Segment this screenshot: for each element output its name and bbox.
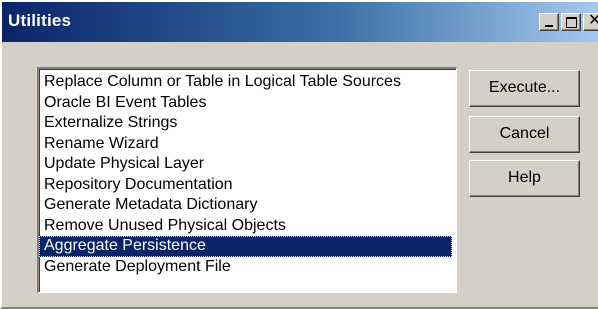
maximize-icon bbox=[566, 17, 577, 28]
list-item[interactable]: Generate Deployment File bbox=[39, 257, 452, 278]
minimize-button[interactable] bbox=[539, 13, 559, 31]
execute-button[interactable]: Execute... bbox=[469, 70, 580, 107]
window-title: Utilities bbox=[8, 11, 72, 30]
list-item-selected[interactable]: Aggregate Persistence bbox=[39, 236, 452, 257]
list-item[interactable]: Remove Unused Physical Objects bbox=[39, 216, 452, 237]
close-icon: ✕ bbox=[588, 12, 598, 29]
help-button[interactable]: Help bbox=[469, 160, 580, 197]
list-item[interactable]: Oracle BI Event Tables bbox=[39, 93, 452, 114]
title-bar[interactable]: Utilities ✕ bbox=[2, 2, 598, 42]
list-item[interactable]: Externalize Strings bbox=[39, 113, 452, 134]
list-item[interactable]: Repository Documentation bbox=[39, 175, 452, 196]
utilities-list[interactable]: Replace Column or Table in Logical Table… bbox=[37, 67, 457, 293]
list-item[interactable]: Generate Metadata Dictionary bbox=[39, 195, 452, 216]
maximize-button[interactable] bbox=[561, 13, 581, 31]
close-button[interactable]: ✕ bbox=[583, 12, 598, 31]
minimize-icon bbox=[545, 25, 553, 27]
list-item[interactable]: Update Physical Layer bbox=[39, 154, 452, 175]
list-item[interactable]: Replace Column or Table in Logical Table… bbox=[39, 72, 452, 93]
cancel-button[interactable]: Cancel bbox=[469, 116, 580, 153]
utilities-dialog: Utilities ✕ Replace Column or Table in L… bbox=[0, 0, 598, 309]
list-item[interactable]: Rename Wizard bbox=[39, 134, 452, 155]
